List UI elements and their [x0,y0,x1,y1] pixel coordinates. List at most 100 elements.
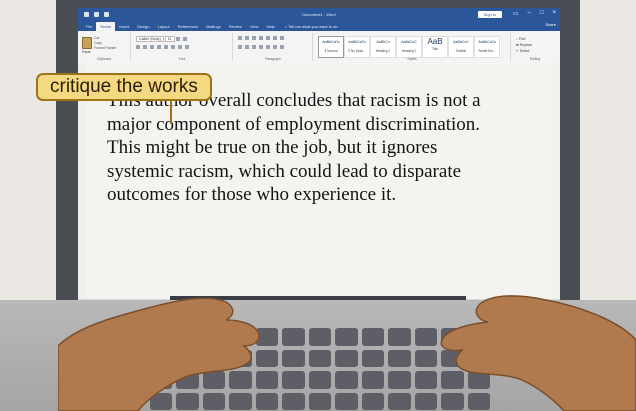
key[interactable] [361,392,385,410]
bullets-icon[interactable] [238,36,242,41]
font-group-label: Font [178,57,186,61]
align-center-icon[interactable] [245,45,249,50]
select-button[interactable]: ↖ Select [516,48,532,54]
font-name-select[interactable]: Calibri (Body) [136,36,164,42]
style-sample: AaBbCcDc [322,40,340,44]
tab-home[interactable]: Home [96,22,116,31]
key[interactable] [282,371,305,389]
tell-me-label: Tell me what you want to do [288,24,338,29]
laptop-screen: Document1 - Word Sign in ▭ – □ × File Ho… [78,8,560,304]
select-label: Select [519,49,530,53]
style-heading-1[interactable]: AaBbCc Heading 1 [370,36,396,58]
grow-font-icon[interactable] [175,37,180,42]
numbering-icon[interactable] [245,36,249,41]
find-label: Find [518,37,526,41]
font-selectors: Calibri (Body) 11 [136,36,189,42]
tab-mailings[interactable]: Mailings [202,22,225,31]
key[interactable] [308,392,332,410]
line-spacing-icon[interactable] [266,45,270,50]
tab-insert[interactable]: Insert [115,22,133,31]
font-size-select[interactable]: 11 [164,36,175,42]
maximize-icon[interactable]: □ [540,10,544,17]
key[interactable] [335,328,358,346]
tab-file[interactable]: File [82,22,96,31]
paste-label: Paste [82,50,91,54]
style-title[interactable]: AaB Title [422,36,448,58]
share-button[interactable]: Share [545,22,556,27]
tab-help[interactable]: Help [262,22,278,31]
superscript-icon[interactable] [171,45,175,50]
strikethrough-icon[interactable] [157,45,161,50]
style-subtle-emphasis[interactable]: AaBbCcDc Subtle Em... [474,36,500,58]
minimize-icon[interactable]: – [528,10,531,17]
callout-label: critique the works [36,73,212,101]
font-color-icon[interactable] [185,45,189,50]
key[interactable] [282,392,305,410]
key[interactable] [388,371,411,389]
key[interactable] [335,392,358,410]
document-line: systemic racism, which could lead to dis… [107,160,462,182]
align-right-icon[interactable] [252,45,256,50]
style-heading-2[interactable]: AaBbCcC Heading 2 [396,36,422,58]
decrease-indent-icon[interactable] [259,36,263,41]
style-sample: AaB [427,37,443,46]
key[interactable] [388,349,411,367]
key[interactable] [335,371,358,389]
subscript-icon[interactable] [164,45,168,50]
style-no-spacing[interactable]: AaBbCcDc ¶ No Spac... [344,36,370,58]
tab-references[interactable]: References [174,22,202,31]
shrink-font-icon[interactable] [182,37,187,42]
format-painter-button[interactable]: Format Painter [94,46,116,51]
key[interactable] [388,328,411,346]
pilcrow-icon[interactable] [280,36,284,41]
style-sample: AaBbCcC [453,40,469,44]
ribbon-display-icon[interactable]: ▭ [513,10,519,17]
key[interactable] [282,328,305,346]
callout-stem [170,101,172,124]
paragraph-row-2 [238,45,286,50]
tab-design[interactable]: Design [133,22,153,31]
key[interactable] [335,349,358,367]
key[interactable] [361,328,385,346]
paragraph-group: Paragraph [234,33,313,61]
tab-review[interactable]: Review [225,22,246,31]
clipboard-group: Paste Cut Copy Format Painter Clipboard [78,33,131,61]
sign-in-button[interactable]: Sign in [477,11,502,18]
shading-icon[interactable] [273,45,277,50]
key[interactable] [282,349,305,367]
increase-indent-icon[interactable] [266,36,270,41]
justify-icon[interactable] [259,45,263,50]
window-controls: ▭ – □ × [513,10,556,17]
style-subtitle[interactable]: AaBbCcC Subtitle [448,36,474,58]
key[interactable] [361,349,385,367]
tab-layout[interactable]: Layout [154,22,174,31]
bold-icon[interactable] [136,45,140,50]
clipboard-commands: Cut Copy Format Painter [94,36,116,51]
style-name: Subtitle [455,49,467,53]
underline-icon[interactable] [150,45,154,50]
italic-icon[interactable] [143,45,147,50]
paste-icon[interactable] [82,37,92,49]
illustration-scene: Document1 - Word Sign in ▭ – □ × File Ho… [0,0,636,411]
key[interactable] [308,328,332,346]
editing-group: ⌕ Find ⇄ Replace ↖ Select Editing [512,33,558,61]
editing-commands: ⌕ Find ⇄ Replace ↖ Select [516,36,532,54]
style-normal[interactable]: AaBbCcDc ¶ Normal [318,36,344,58]
align-left-icon[interactable] [238,45,242,50]
document-line: outcomes for those who experience it. [107,184,397,205]
tab-view[interactable]: View [246,22,263,31]
highlight-icon[interactable] [178,45,182,50]
borders-icon[interactable] [280,45,284,50]
right-hand [440,295,636,411]
close-icon[interactable]: × [552,10,556,17]
key[interactable] [361,371,385,389]
key[interactable] [308,349,332,367]
key[interactable] [308,371,332,389]
style-name: Title [432,47,438,51]
multilevel-list-icon[interactable] [252,36,256,41]
font-group: Calibri (Body) 11 Font [132,33,233,61]
key[interactable] [388,392,411,410]
sort-icon[interactable] [273,36,277,41]
tell-me-search[interactable]: ○ Tell me what you want to do [279,22,338,31]
paragraph-group-label: Paragraph [265,57,281,61]
